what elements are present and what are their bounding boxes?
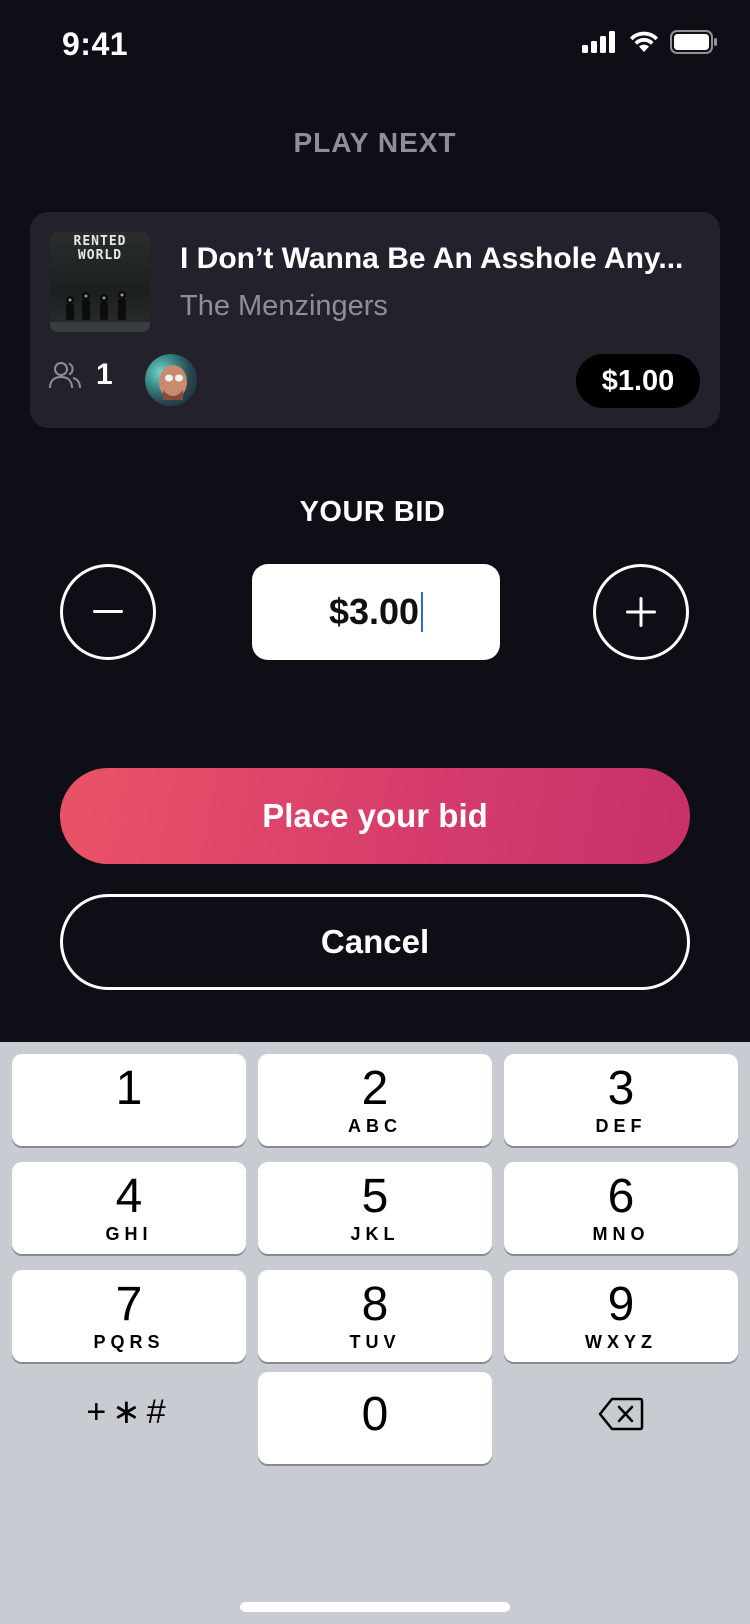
minus-icon: [93, 610, 123, 613]
key-number: 0: [361, 1388, 389, 1441]
key-letters: ABC: [348, 1116, 402, 1136]
backspace-key[interactable]: [504, 1368, 738, 1460]
key-number: 1: [115, 1062, 143, 1115]
page-title: PLAY NEXT: [293, 127, 457, 158]
key-8[interactable]: 8 TUV: [258, 1270, 492, 1362]
backspace-icon: [598, 1397, 644, 1431]
key-7[interactable]: 7 PQRS: [12, 1270, 246, 1362]
status-time: 9:41: [62, 26, 129, 62]
key-letters: TUV: [349, 1332, 401, 1352]
home-indicator: [240, 1602, 510, 1612]
key-letters: GHI: [105, 1224, 153, 1244]
decrease-bid-button[interactable]: [60, 564, 156, 660]
key-letters: JKL: [350, 1224, 400, 1244]
album-art: RENTED WORLD: [50, 232, 150, 332]
song-artist: The Menzingers: [180, 290, 388, 322]
album-band-photo: [50, 291, 150, 332]
bid-amount-input[interactable]: $3.00: [252, 564, 500, 660]
key-5[interactable]: 5 JKL: [258, 1162, 492, 1254]
wifi-icon: [630, 31, 658, 52]
song-title: I Don’t Wanna Be An Asshole Any...: [180, 242, 684, 275]
key-number: 6: [607, 1170, 635, 1223]
key-number: 8: [361, 1278, 389, 1331]
key-letters: DEF: [595, 1116, 647, 1136]
key-number: 5: [361, 1170, 389, 1223]
cancel-button[interactable]: Cancel: [60, 894, 690, 990]
status-icons: [582, 30, 718, 54]
symbols-key[interactable]: +∗#: [12, 1366, 246, 1458]
people-icon: [49, 362, 81, 389]
key-4[interactable]: 4 GHI: [12, 1162, 246, 1254]
song-card[interactable]: RENTED WORLD I Don’t Wanna Be An Asshole…: [30, 212, 720, 428]
key-2[interactable]: 2 ABC: [258, 1054, 492, 1146]
your-bid-label: YOUR BID: [299, 496, 446, 528]
plus-icon: [626, 597, 656, 627]
signal-icon: [582, 31, 615, 53]
key-number: 3: [607, 1062, 635, 1115]
key-1[interactable]: 1: [12, 1054, 246, 1146]
key-0[interactable]: 0: [258, 1372, 492, 1464]
bidder-count: 1: [96, 358, 113, 391]
increase-bid-button[interactable]: [593, 564, 689, 660]
key-letters: PQRS: [93, 1332, 165, 1352]
key-number: 2: [361, 1062, 389, 1115]
place-bid-button[interactable]: Place your bid: [60, 768, 690, 864]
key-letters: WXYZ: [585, 1332, 657, 1352]
key-3[interactable]: 3 DEF: [504, 1054, 738, 1146]
bid-amount-value: $3.00: [328, 591, 420, 632]
avatar-face: [159, 365, 187, 400]
numeric-keypad: 1 2 ABC 3 DEF 4 GHI 5 JKL 6 MNO 7 PQRS 8…: [0, 1042, 750, 1624]
key-number: 7: [115, 1278, 143, 1331]
key-number: 9: [607, 1278, 635, 1331]
key-6[interactable]: 6 MNO: [504, 1162, 738, 1254]
text-caret: [421, 592, 424, 632]
key-9[interactable]: 9 WXYZ: [504, 1270, 738, 1362]
key-number: 4: [115, 1170, 143, 1223]
battery-icon: [670, 30, 717, 54]
key-letters: MNO: [592, 1224, 650, 1244]
status-bar: 9:41: [0, 0, 750, 90]
avatar[interactable]: [145, 354, 197, 406]
current-bid-badge: $1.00: [576, 354, 700, 408]
bidders-info: 1: [48, 358, 113, 392]
